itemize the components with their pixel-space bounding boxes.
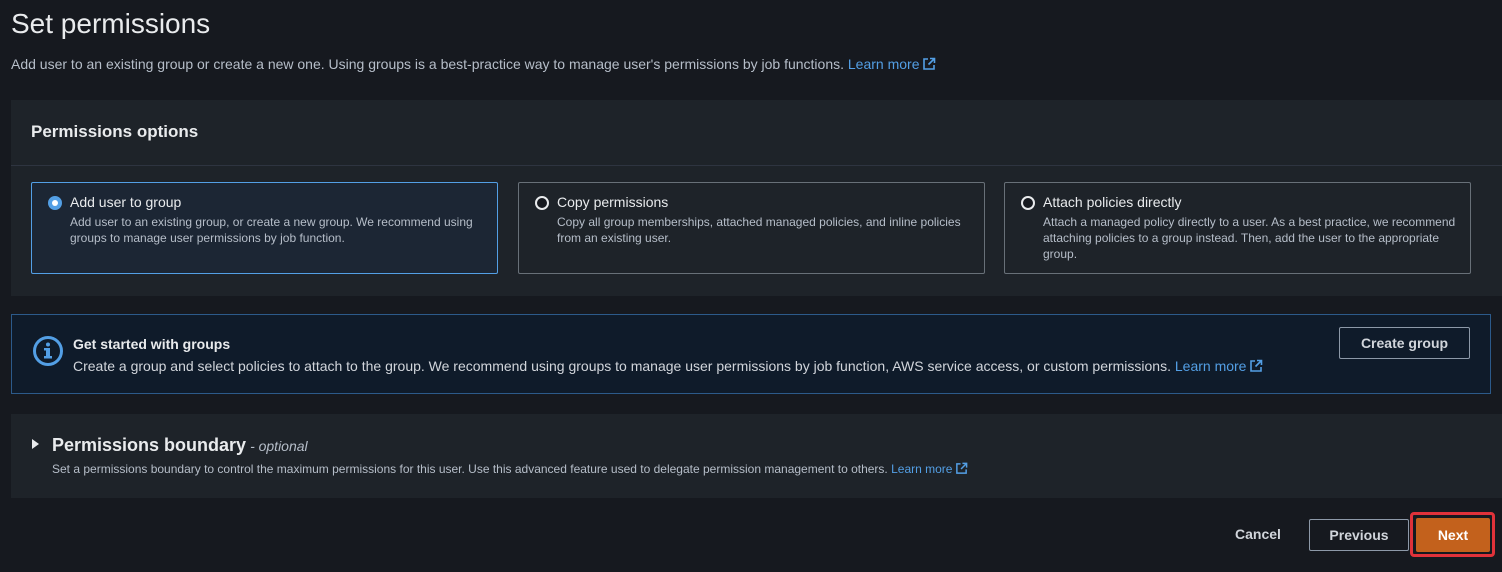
permissions-options-heading: Permissions options xyxy=(31,122,199,141)
subtitle-text: Add user to an existing group or create … xyxy=(11,56,844,72)
learn-more-label: Learn more xyxy=(1174,358,1247,374)
learn-more-link[interactable]: Learn more xyxy=(848,56,937,72)
external-link-icon xyxy=(956,462,968,474)
permissions-boundary-heading: Permissions boundary xyxy=(52,435,247,455)
option-label: Copy permissions xyxy=(557,194,669,210)
permissions-boundary-description: Set a permissions boundary to control th… xyxy=(52,462,968,476)
learn-more-label: Learn more xyxy=(891,462,953,476)
page-title: Set permissions xyxy=(11,8,211,39)
boundary-learn-more-link[interactable]: Learn more xyxy=(891,462,968,476)
external-link-icon xyxy=(923,57,936,70)
create-group-button[interactable]: Create group xyxy=(1339,327,1470,359)
option-copy-permissions[interactable]: Copy permissions Copy all group membersh… xyxy=(518,182,985,274)
get-started-groups-alert: Get started with groups Create a group a… xyxy=(11,314,1491,394)
option-description: Add user to an existing group, or create… xyxy=(70,215,473,245)
permissions-options-panel: Permissions options Add user to group Ad… xyxy=(11,100,1502,296)
radio-copy-permissions[interactable] xyxy=(535,196,549,210)
expand-caret-icon[interactable] xyxy=(32,439,39,449)
alert-body: Create a group and select policies to at… xyxy=(73,358,1263,374)
permissions-boundary-toggle[interactable]: Permissions boundary - optional xyxy=(52,435,308,456)
alert-body-text: Create a group and select policies to at… xyxy=(73,358,1171,374)
radio-attach-policies-directly[interactable] xyxy=(1021,196,1035,210)
alert-learn-more-link[interactable]: Learn more xyxy=(1175,358,1264,374)
page-subtitle: Add user to an existing group or create … xyxy=(11,56,936,72)
set-permissions-page: Set permissions Add user to an existing … xyxy=(0,0,1502,572)
option-description: Copy all group memberships, attached man… xyxy=(557,215,961,245)
learn-more-label: Learn more xyxy=(847,56,920,72)
option-attach-policies-directly[interactable]: Attach policies directly Attach a manage… xyxy=(1004,182,1471,274)
external-link-icon xyxy=(1250,359,1263,372)
option-label: Attach policies directly xyxy=(1043,194,1182,210)
optional-tag: - optional xyxy=(250,438,308,454)
option-label: Add user to group xyxy=(70,194,182,210)
info-icon xyxy=(33,336,63,366)
option-add-user-to-group[interactable]: Add user to group Add user to an existin… xyxy=(31,182,498,274)
boundary-description-text: Set a permissions boundary to control th… xyxy=(52,462,888,476)
permissions-options-header: Permissions options xyxy=(11,100,1502,166)
cancel-button[interactable]: Cancel xyxy=(1218,518,1298,550)
radio-add-user-to-group[interactable] xyxy=(48,196,62,210)
previous-button[interactable]: Previous xyxy=(1309,519,1409,551)
alert-heading: Get started with groups xyxy=(73,336,231,352)
permissions-boundary-panel: Permissions boundary - optional Set a per… xyxy=(11,414,1502,498)
option-description: Attach a managed policy directly to a us… xyxy=(1043,215,1456,261)
next-button[interactable]: Next xyxy=(1416,518,1490,552)
